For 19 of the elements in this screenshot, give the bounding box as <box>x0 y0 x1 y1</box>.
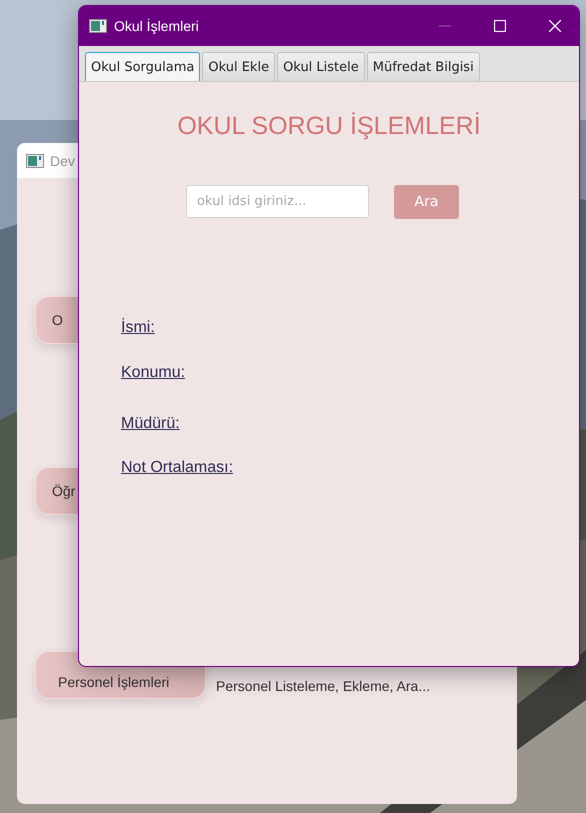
tab[interactable]: Okul Listele <box>277 52 365 81</box>
menu-description: Personel Listeleme, Ekleme, Ara... <box>216 678 430 694</box>
close-icon[interactable] <box>549 20 561 32</box>
app-icon <box>89 19 107 33</box>
window-title: Okul İşlemleri <box>114 18 199 34</box>
field-label: Not Ortalaması: <box>121 458 234 478</box>
field-label: İsmi: <box>121 317 155 338</box>
tab[interactable]: Müfredat Bilgisi <box>366 52 480 81</box>
tab[interactable]: Okul Sorgulama <box>85 52 200 81</box>
menu-button[interactable]: Öğr <box>35 467 78 515</box>
field-label: Konumu: <box>121 363 186 383</box>
menu-button[interactable]: O <box>35 296 78 344</box>
page-heading: OKUL SORGU İŞLEMLERİ <box>176 112 482 141</box>
tab[interactable]: Okul Ekle <box>202 52 276 81</box>
maximize-icon[interactable] <box>494 20 506 32</box>
window-title: Dev <box>50 152 75 168</box>
field-label: Müdürü: <box>121 414 180 434</box>
search-field[interactable]: okul idsi giriniz... <box>186 185 369 218</box>
app-icon <box>26 154 44 168</box>
